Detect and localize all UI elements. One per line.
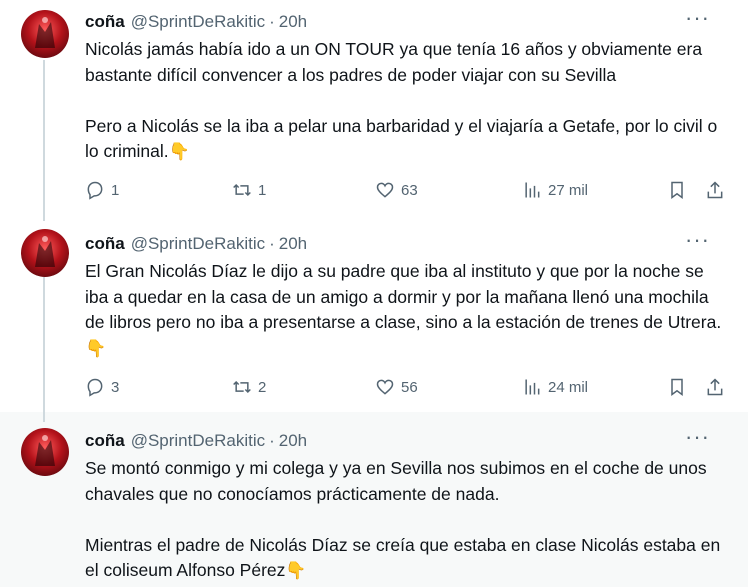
tweet[interactable]: coña @SprintDeRakitic · 20h ··· El Gran … xyxy=(0,215,748,412)
reply-icon xyxy=(87,378,103,397)
tweet-header: coña @SprintDeRakitic · 20h ··· xyxy=(85,426,728,453)
tweet-focused[interactable]: coña @SprintDeRakitic · 20h ··· Se montó… xyxy=(0,412,748,587)
reply-count: 3 xyxy=(111,378,120,396)
tweet-header: coña @SprintDeRakitic · 20h ··· xyxy=(85,7,728,34)
retweet-icon xyxy=(233,380,251,394)
tweet[interactable]: coña @SprintDeRakitic · 20h ··· Nicolás … xyxy=(0,0,748,215)
reply-button[interactable]: 3 xyxy=(85,375,119,399)
avatar[interactable] xyxy=(21,10,69,58)
user-handle[interactable]: @SprintDeRakitic xyxy=(131,234,265,254)
views-icon xyxy=(525,182,540,198)
like-button[interactable]: 56 xyxy=(375,375,418,399)
views-button[interactable]: 27 mil xyxy=(522,178,588,202)
bookmark-icon xyxy=(671,378,683,396)
display-name[interactable]: coña xyxy=(85,12,125,32)
display-name[interactable]: coña xyxy=(85,431,125,451)
timestamp[interactable]: 20h xyxy=(279,12,307,32)
separator-dot: · xyxy=(269,12,275,31)
pointing-down-emoji: 👇 xyxy=(285,561,307,580)
display-name[interactable]: coña xyxy=(85,234,125,254)
share-button[interactable] xyxy=(705,375,725,399)
share-icon xyxy=(707,378,723,396)
tweet-text: El Gran Nicolás Díaz le dijo a su padre … xyxy=(85,259,725,361)
timestamp[interactable]: 20h xyxy=(279,431,307,451)
like-button[interactable]: 63 xyxy=(375,178,418,202)
retweet-count: 1 xyxy=(258,181,267,199)
retweet-button[interactable]: 1 xyxy=(232,178,266,202)
thread-line xyxy=(43,215,45,221)
like-count: 56 xyxy=(401,378,418,396)
bookmark-button[interactable] xyxy=(667,375,687,399)
heart-icon xyxy=(376,379,394,395)
share-button[interactable] xyxy=(705,178,725,202)
tweet-actions: 1 1 63 27 mil xyxy=(85,178,728,202)
avatar[interactable] xyxy=(21,229,69,277)
reply-icon xyxy=(87,181,103,200)
more-options-icon[interactable]: ··· xyxy=(685,7,710,29)
view-count: 27 mil xyxy=(548,181,589,199)
views-button[interactable]: 24 mil xyxy=(522,375,588,399)
more-options-icon[interactable]: ··· xyxy=(685,229,710,251)
share-icon xyxy=(707,181,723,199)
separator-dot: · xyxy=(269,431,275,450)
pointing-down-emoji: 👇 xyxy=(168,142,190,161)
user-handle[interactable]: @SprintDeRakitic xyxy=(131,12,265,32)
bookmark-icon xyxy=(671,181,683,199)
heart-icon xyxy=(376,182,394,198)
view-count: 24 mil xyxy=(548,378,589,396)
reply-button[interactable]: 1 xyxy=(85,178,119,202)
thread-line xyxy=(43,412,45,422)
avatar[interactable] xyxy=(21,428,69,476)
tweet-body: Se montó conmigo y mi colega y ya en Sev… xyxy=(85,458,721,580)
more-options-icon[interactable]: ··· xyxy=(685,426,710,448)
tweet-actions: 3 2 56 24 mil xyxy=(85,375,728,399)
like-count: 63 xyxy=(401,181,418,199)
thread-line xyxy=(43,277,45,412)
tweet-text: Nicolás jamás había ido a un ON TOUR ya … xyxy=(85,37,725,165)
retweet-button[interactable]: 2 xyxy=(232,375,266,399)
separator-dot: · xyxy=(269,234,275,253)
retweet-count: 2 xyxy=(258,378,267,396)
user-handle[interactable]: @SprintDeRakitic xyxy=(131,431,265,451)
tweet-header: coña @SprintDeRakitic · 20h ··· xyxy=(85,229,728,256)
reply-count: 1 xyxy=(111,181,120,199)
tweet-text: Se montó conmigo y mi colega y ya en Sev… xyxy=(85,456,725,584)
views-icon xyxy=(525,379,540,395)
bookmark-button[interactable] xyxy=(667,178,687,202)
pointing-down-emoji: 👇 xyxy=(85,338,107,358)
thread-line xyxy=(43,60,45,215)
timestamp[interactable]: 20h xyxy=(279,234,307,254)
tweet-body: El Gran Nicolás Díaz le dijo a su padre … xyxy=(85,261,722,332)
retweet-icon xyxy=(233,183,251,197)
